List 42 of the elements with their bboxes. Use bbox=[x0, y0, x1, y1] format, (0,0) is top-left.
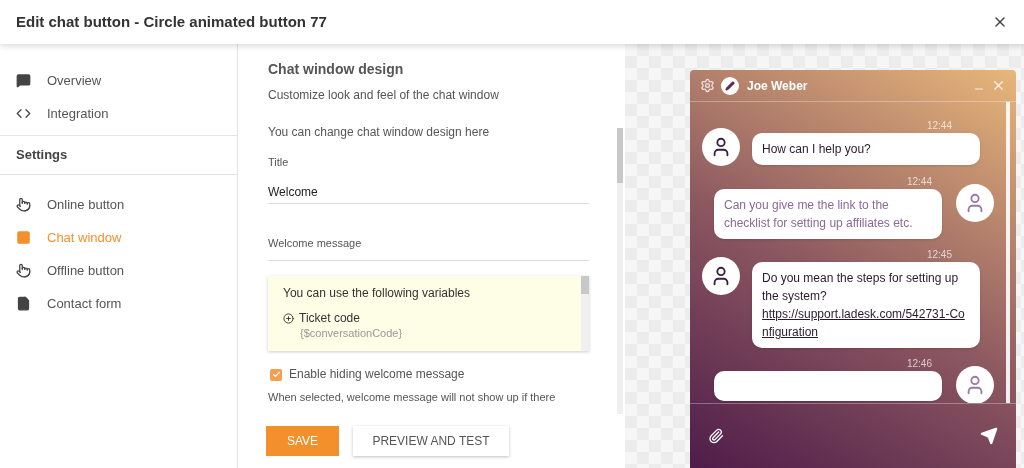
chat-bubble-icon bbox=[16, 73, 31, 88]
message-time: 12:45 bbox=[926, 248, 952, 262]
sidebar-item[interactable]: Contact form bbox=[0, 287, 237, 320]
hand-pointer-icon bbox=[16, 197, 31, 212]
window-icon bbox=[16, 230, 31, 245]
variable-name[interactable]: Ticket code bbox=[299, 311, 360, 326]
section-subtitle: Customize look and feel of the chat window bbox=[268, 87, 500, 103]
preview-button[interactable]: PREVIEW AND TEST bbox=[353, 426, 509, 456]
intro-text: You can change chat window design here bbox=[268, 124, 491, 140]
check-icon bbox=[271, 370, 281, 379]
sidebar-item[interactable]: Online button bbox=[0, 188, 237, 221]
message-time: 12:44 bbox=[906, 175, 932, 189]
hand-pointer-icon bbox=[16, 263, 31, 278]
settings-icon[interactable] bbox=[700, 78, 715, 93]
message-time: 12:46 bbox=[906, 357, 932, 371]
message-time: 12:44 bbox=[926, 119, 952, 133]
checkbox-label: Enable hiding welcome message bbox=[289, 367, 465, 382]
field-label: Title bbox=[268, 155, 290, 169]
document-icon bbox=[16, 296, 31, 311]
window-title: Edit chat button - Circle animated button 77 bbox=[16, 11, 327, 32]
pencil-icon bbox=[725, 80, 735, 91]
message-text: Can you give me the link to the checklist for setting up affiliates etc. bbox=[724, 198, 913, 230]
variables-heading: You can use the following variables bbox=[283, 286, 471, 301]
add-icon[interactable] bbox=[283, 313, 294, 324]
checkbox[interactable] bbox=[270, 368, 282, 381]
sidebar-item[interactable]: Offline button bbox=[0, 254, 237, 287]
code-icon bbox=[16, 106, 31, 121]
section-heading: Settings bbox=[16, 146, 68, 165]
hint-text: When selected, welcome message will not show up if there bbox=[268, 390, 557, 404]
edit-button[interactable] bbox=[721, 76, 739, 95]
sidebar-item[interactable]: Integration bbox=[0, 97, 237, 130]
section-title: Chat window design bbox=[268, 60, 405, 78]
welcome-message-field[interactable]: Welcome message bbox=[268, 236, 589, 261]
variable-code: {$conversationCode} bbox=[300, 326, 404, 341]
message-link[interactable]: https://support.ladesk.com/542731-Configuration bbox=[762, 305, 970, 341]
message-text: How can I help you? bbox=[762, 142, 871, 156]
message-text: Do you mean the steps for setting up the system? bbox=[762, 271, 959, 303]
paperclip-icon[interactable] bbox=[708, 428, 724, 444]
sidebar-item[interactable]: Overview bbox=[0, 64, 237, 97]
send-icon[interactable] bbox=[980, 427, 998, 445]
agent-name: Joe Weber bbox=[747, 77, 809, 95]
title-field[interactable]: Welcome bbox=[268, 184, 589, 204]
